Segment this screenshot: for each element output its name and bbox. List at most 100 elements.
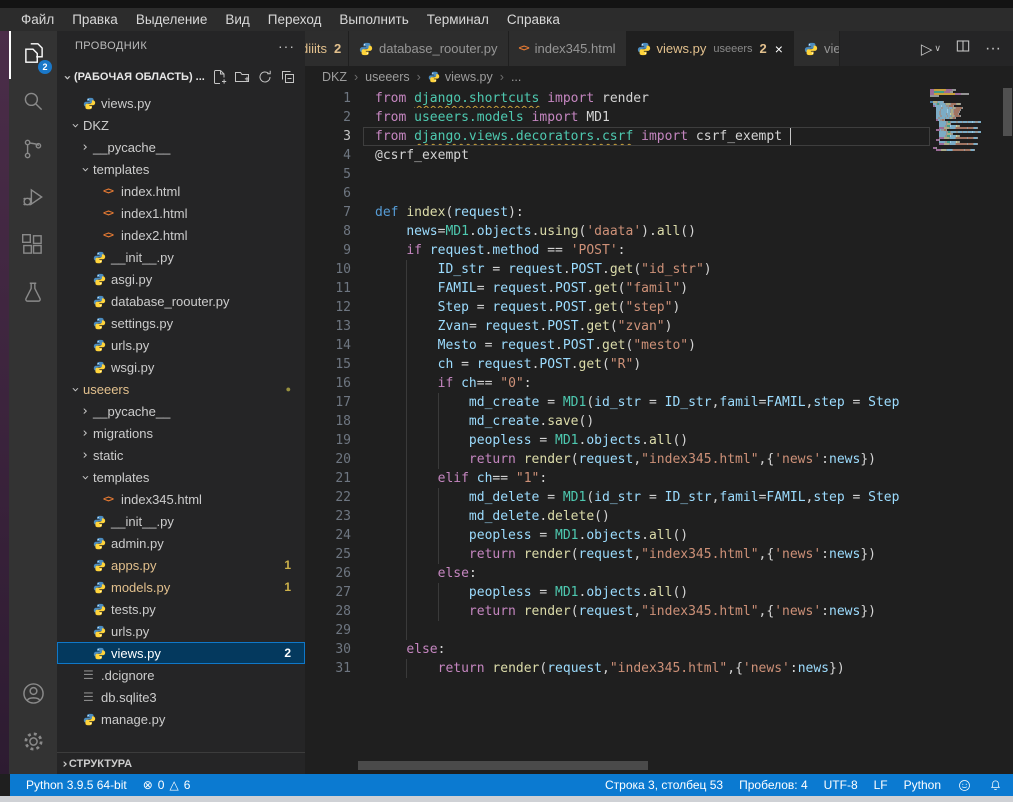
tree-folder-templates[interactable]: ›templates [57,466,305,488]
breadcrumb-item-file[interactable]: views.py [428,70,493,84]
tree-file-index.html[interactable]: <>index.html [57,180,305,202]
code-line[interactable]: 7def index(request): [305,203,930,222]
code-line[interactable]: 19 peopless = MD1.objects.all() [305,431,930,450]
code-line[interactable]: 22 md_delete = MD1(id_str = ID_str,famil… [305,488,930,507]
tree-folder-__pycache__[interactable]: ›__pycache__ [57,400,305,422]
split-editor-icon[interactable] [955,38,971,59]
tree-file-settings.py[interactable]: settings.py [57,312,305,334]
eol[interactable]: LF [874,778,888,792]
new-file-icon[interactable] [211,69,227,85]
activity-explorer[interactable]: 2 [9,31,57,79]
tree-file-asgi.py[interactable]: asgi.py [57,268,305,290]
feedback-icon[interactable] [957,778,972,793]
tree-file-wsgi.py[interactable]: wsgi.py [57,356,305,378]
code-line[interactable]: 30 else: [305,640,930,659]
code-line[interactable]: 28 return render(request,"index345.html"… [305,602,930,621]
code-line[interactable]: 17 md_create = MD1(id_str = ID_str,famil… [305,393,930,412]
vertical-scrollbar[interactable] [1002,88,1013,774]
code-line[interactable]: 12 Step = request.POST.get("step") [305,298,930,317]
code-line[interactable]: 13 Zvan= request.POST.get("zvan") [305,317,930,336]
tree-file-models.py[interactable]: models.py1 [57,576,305,598]
activity-extensions[interactable] [9,223,57,271]
outline-section-header[interactable]: › СТРУКТУРА [57,752,305,775]
minimap[interactable] [930,89,1000,151]
menu-item[interactable]: Справка [498,8,569,31]
code-line[interactable]: 11 FAMIL= request.POST.get("famil") [305,279,930,298]
activity-run-debug[interactable] [9,175,57,223]
code-line[interactable]: 14 Mesto = request.POST.get("mesto") [305,336,930,355]
tree-file-__init__.py[interactable]: __init__.py [57,510,305,532]
code-line[interactable]: 16 if ch== "0": [305,374,930,393]
menu-item[interactable]: Правка [63,8,127,31]
tree-file-apps.py[interactable]: apps.py1 [57,554,305,576]
collapse-all-icon[interactable] [280,69,296,85]
editor-tab[interactable]: views.pyuseeers2× [627,31,794,66]
tree-folder-DKZ[interactable]: ›DKZ [57,114,305,136]
encoding[interactable]: UTF-8 [824,778,858,792]
tree-folder-static[interactable]: ›static [57,444,305,466]
menu-item[interactable]: Выполнить [330,8,417,31]
menu-item[interactable]: Файл [12,8,63,31]
activity-search[interactable] [9,79,57,127]
code-line[interactable]: 25 return render(request,"index345.html"… [305,545,930,564]
tree-folder-__pycache__[interactable]: ›__pycache__ [57,136,305,158]
editor-tab[interactable]: diiits2● [305,31,349,66]
language-mode[interactable]: Python [904,778,941,792]
indentation[interactable]: Пробелов: 4 [739,778,808,792]
code-line[interactable]: 9 if request.method == 'POST': [305,241,930,260]
close-icon[interactable]: × [775,41,783,57]
code-line[interactable]: 5 [305,165,930,184]
horizontal-scrollbar-thumb[interactable] [358,761,648,770]
code-line[interactable]: 2from useeers.models import MD1 [305,108,930,127]
breadcrumb-item-folder[interactable]: useeers [365,70,409,84]
more-actions-icon[interactable]: ··· [985,40,1001,58]
code-line[interactable]: 21 elif ch== "1": [305,469,930,488]
menu-item[interactable]: Выделение [127,8,217,31]
activity-source-control[interactable] [9,127,57,175]
tree-folder-useeers[interactable]: ›useeers● [57,378,305,400]
cursor-position[interactable]: Строка 3, столбец 53 [605,778,723,792]
code-line[interactable]: 23 md_delete.delete() [305,507,930,526]
settings-button[interactable] [9,720,57,768]
menu-item[interactable]: Вид [216,8,258,31]
tree-file-urls.py[interactable]: urls.py [57,620,305,642]
vertical-scrollbar-thumb[interactable] [1003,88,1012,136]
refresh-icon[interactable] [257,69,273,85]
new-folder-icon[interactable] [234,69,250,85]
menu-item[interactable]: Терминал [418,8,498,31]
tree-file-manage.py[interactable]: manage.py [57,708,305,730]
tree-file-urls.py[interactable]: urls.py [57,334,305,356]
tree-file-views.py[interactable]: views.py2 [57,642,305,664]
tree-file-database_roouter.py[interactable]: database_roouter.py [57,290,305,312]
code-line[interactable]: 1from django.shortcuts import render [305,89,930,108]
tree-file-views.py[interactable]: views.py [57,92,305,114]
tree-file-index345.html[interactable]: <>index345.html [57,488,305,510]
account-button[interactable] [9,672,57,720]
tree-file-index1.html[interactable]: <>index1.html [57,202,305,224]
editor-tab[interactable]: vie [794,31,840,66]
problems-indicator[interactable]: ⊗ 0 △ 6 [143,778,191,792]
code-line[interactable]: 18 md_create.save() [305,412,930,431]
tree-folder-migrations[interactable]: ›migrations [57,422,305,444]
activity-testing[interactable] [9,271,57,319]
run-dropdown-icon[interactable]: ∨ [934,43,941,54]
python-interpreter[interactable]: Python 3.9.5 64-bit [26,778,127,792]
breadcrumb-item-project[interactable]: DKZ [322,70,347,84]
tree-file-tests.py[interactable]: tests.py [57,598,305,620]
code-line[interactable]: 31 return render(request,"index345.html"… [305,659,930,678]
code-line[interactable]: 26 else: [305,564,930,583]
code-line[interactable]: 29 [305,621,930,640]
tree-file-admin.py[interactable]: admin.py [57,532,305,554]
code-line[interactable]: 27 peopless = MD1.objects.all() [305,583,930,602]
tree-folder-templates[interactable]: ›templates [57,158,305,180]
sidebar-more-actions[interactable]: ··· [278,38,295,54]
code-line[interactable]: 15 ch = request.POST.get("R") [305,355,930,374]
tree-file-__init__.py[interactable]: __init__.py [57,246,305,268]
code-line[interactable]: 10 ID_str = request.POST.get("id_str") [305,260,930,279]
breadcrumb-item-symbol[interactable]: ... [511,70,521,84]
code-editor[interactable]: 1from django.shortcuts import render2fro… [305,88,1013,774]
bell-icon[interactable] [988,778,1003,793]
tree-file-.dcignore[interactable]: ☰.dcignore [57,664,305,686]
editor-tab[interactable]: database_roouter.py [349,31,509,66]
tree-file-db.sqlite3[interactable]: ☰db.sqlite3 [57,686,305,708]
